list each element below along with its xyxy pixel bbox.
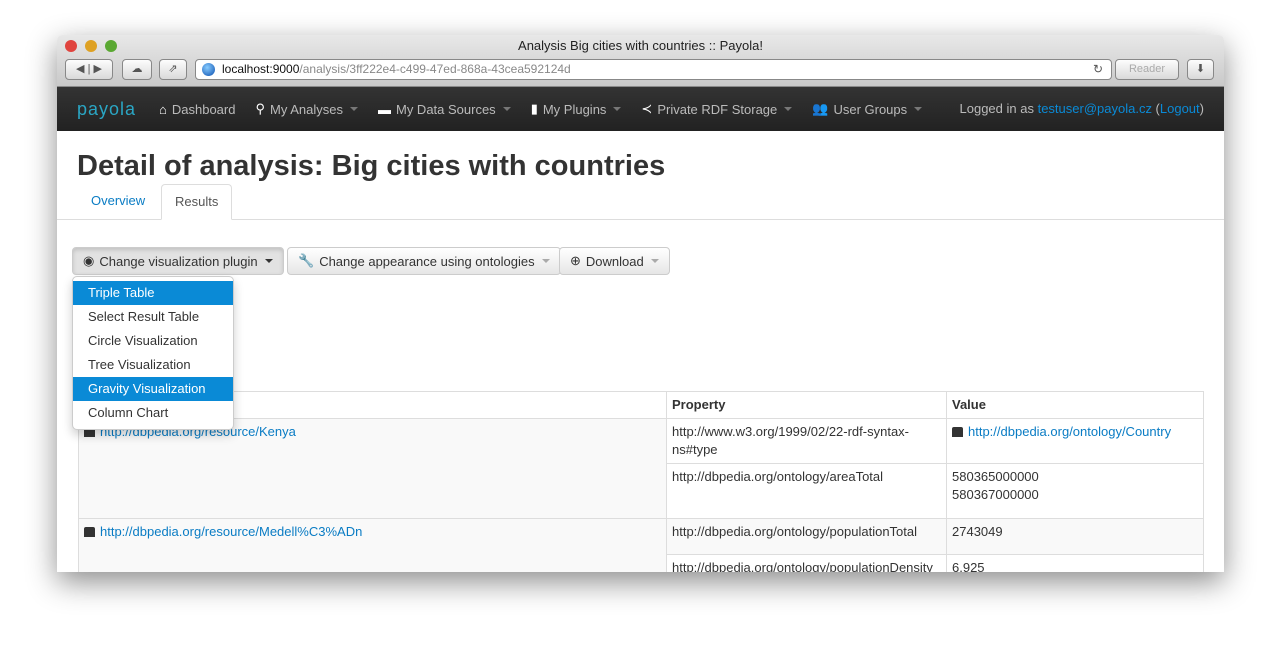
property-cell: http://dbpedia.org/ontology/areaTotal [666,463,947,519]
nav-my-analyses[interactable]: ⚲ My Analyses [255,101,358,117]
nav-label: Dashboard [171,101,236,117]
caret-icon [784,107,793,111]
search-icon: ⚲ [255,101,265,116]
wrench-icon: 🔧 [298,253,315,268]
database-icon [84,527,95,537]
subject-cell: http://dbpedia.org/resource/Medell%C3%AD… [78,518,667,572]
content: Detail of analysis: Big cities with coun… [57,131,1224,572]
browser-chrome: Analysis Big cities with countries :: Pa… [57,35,1224,87]
globe-icon [202,63,215,76]
address-bar[interactable]: localhost:9000/analysis/3ff222e4-c499-47… [195,59,1112,80]
database-icon [952,427,963,437]
menu-item-column-chart[interactable]: Column Chart [73,401,233,425]
nav-label: My Analyses [270,101,343,117]
button-label: Change appearance using ontologies [319,253,535,269]
nav-dashboard[interactable]: ⌂ Dashboard [159,102,235,117]
header-property: Property [666,391,947,419]
downloads-button[interactable]: ⬇ [1187,59,1214,80]
icloud-button[interactable]: ☁ [122,59,152,80]
value-cell: 6.925 [946,554,1204,572]
property-cell: http://dbpedia.org/ontology/populationDe… [666,554,947,572]
page-title: Detail of analysis: Big cities with coun… [77,150,666,182]
menu-item-select-result-table[interactable]: Select Result Table [73,305,233,329]
login-prefix: Logged in as [959,101,1038,116]
caret-icon [613,107,622,111]
subject-cell: http://dbpedia.org/resource/Kenya [78,418,667,519]
nav-label: My Data Sources [395,101,496,117]
tab-overview[interactable]: Overview [78,184,158,220]
value-text: 580365000000 [952,469,1039,484]
payola-logo[interactable]: payola [77,99,159,120]
logout-link[interactable]: Logout [1160,101,1200,116]
users-icon: 👥 [812,101,829,116]
value-text: 580367000000 [952,487,1039,502]
value-text: 6.925 [952,560,985,572]
user-link[interactable]: testuser@payola.cz [1038,101,1152,116]
change-appearance-button[interactable]: 🔧 Change appearance using ontologies [287,247,561,275]
subject-link[interactable]: http://dbpedia.org/resource/Medell%C3%AD… [100,524,362,539]
browser-window: Analysis Big cities with countries :: Pa… [57,35,1224,572]
nav-label: Private RDF Storage [657,101,778,117]
menu-item-gravity-visualization[interactable]: Gravity Visualization [73,377,233,401]
url-path: /analysis/3ff222e4-c499-47ed-868a-43cea5… [299,62,571,76]
download-button[interactable]: ⊕ Download [559,247,670,275]
eye-icon: ◉ [83,253,95,268]
menu-item-circle-visualization[interactable]: Circle Visualization [73,329,233,353]
caret-icon [502,107,511,111]
window-title: Analysis Big cities with countries :: Pa… [518,38,763,53]
nav-user-groups[interactable]: 👥 User Groups [812,101,923,117]
caret-icon [650,259,659,263]
caret-icon [349,107,358,111]
button-label: Change visualization plugin [99,253,258,269]
tabs: Overview Results [57,184,1224,220]
value-cell: http://dbpedia.org/ontology/Country [946,418,1204,464]
caret-icon [264,259,273,263]
nav-label: My Plugins [542,101,607,117]
nav-private-rdf-storage[interactable]: ≺ Private RDF Storage [641,101,793,117]
back-forward-button[interactable]: ◀ | ▶ [65,59,113,80]
reader-button[interactable]: Reader [1115,59,1179,80]
value-text: 2743049 [952,524,1003,539]
menu-item-tree-visualization[interactable]: Tree Visualization [73,353,233,377]
download-icon: ⊕ [570,253,581,268]
value-cell: 2743049 [946,518,1204,555]
nav-my-plugins[interactable]: ▮ My Plugins [531,101,622,117]
tab-results[interactable]: Results [161,184,233,220]
file-icon: ▮ [530,101,538,116]
value-link[interactable]: http://dbpedia.org/ontology/Country [968,424,1171,439]
navbar: payola ⌂ Dashboard ⚲ My Analyses ▬ My Data … [57,87,1224,131]
reload-icon[interactable]: ↻ [1093,60,1103,79]
results-table: Subject Property Value http://dbpedia.or… [78,391,1204,572]
menu-item-triple-table[interactable]: Triple Table [73,281,233,305]
table-row: http://dbpedia.org/resource/Medell%C3%AD… [78,518,1204,572]
share-button[interactable]: ⇗ [159,59,187,80]
home-icon: ⌂ [159,101,167,117]
property-cell: http://dbpedia.org/ontology/populationTo… [666,518,947,555]
caret-icon [541,259,550,263]
value-cell: 580365000000 580367000000 [946,463,1204,519]
url-host: localhost:9000 [222,62,300,76]
change-visualization-button[interactable]: ◉ Change visualization plugin [72,247,284,275]
table-row: http://dbpedia.org/resource/Kenya http://… [78,418,1204,519]
nav-label: User Groups [833,101,908,117]
nav-my-data-sources[interactable]: ▬ My Data Sources [378,102,511,117]
header-value: Value [946,391,1204,419]
property-cell: http://www.w3.org/1999/02/22-rdf-syntax-… [666,418,947,464]
button-label: Download [585,253,644,269]
login-status: Logged in as testuser@payola.cz (Logout) [959,101,1205,116]
database-icon: ▬ [377,101,391,117]
caret-icon [914,107,923,111]
visualization-menu: Triple Table Select Result Table Circle … [72,276,234,430]
share-icon: ≺ [641,101,653,116]
